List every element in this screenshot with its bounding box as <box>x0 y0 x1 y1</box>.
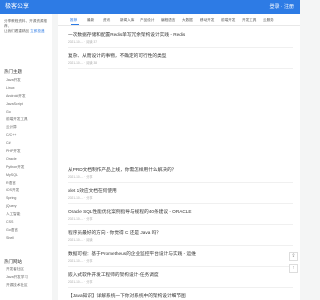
topic-item[interactable]: Oracle <box>6 156 28 164</box>
tab-devtools[interactable]: 开发工具 <box>242 17 256 23</box>
hot-sites-list: 开发者社区 Java开发学习 开源技术社区 <box>6 266 28 290</box>
article-item[interactable]: 【Java知识】详解系统一下你对系统中的架构设计细节图 <box>68 293 293 299</box>
divider <box>68 224 293 225</box>
topic-item[interactable]: CSS <box>6 219 28 227</box>
topic-item[interactable]: Linux <box>6 85 28 93</box>
divider <box>68 287 293 288</box>
hot-site-item[interactable]: 开发者社区 <box>6 266 28 274</box>
topic-item[interactable]: 前端开发工具 <box>6 116 28 124</box>
tab-news[interactable]: 资讯 <box>103 17 110 23</box>
topic-item[interactable]: R语言 <box>6 180 28 188</box>
share-icon[interactable]: ⇪ <box>289 252 298 261</box>
promo-submit-link[interactable]: 立即投递 <box>30 29 44 33</box>
article-title[interactable]: 从PRD文档制作产品上线，你需怎样用什么解决的？ <box>68 167 293 173</box>
topic-item[interactable]: Shell <box>6 235 28 243</box>
hot-site-item[interactable]: Java开发学习 <box>6 274 28 282</box>
article-meta: 2021-10-... · 分享 <box>68 195 93 200</box>
article-title[interactable]: 数据可视：基于Prometheus的企业监控平台设计与实践 - 运维 <box>68 251 293 257</box>
article-item[interactable]: 数据可视：基于Prometheus的企业监控平台设计与实践 - 运维 2021-… <box>68 251 293 263</box>
tab-news-entry[interactable]: 新闻入库 <box>120 17 134 23</box>
tab-cloud[interactable]: 云服务 <box>263 17 274 23</box>
article-meta: 2021-10-... · 分享 <box>68 174 93 179</box>
topic-item[interactable]: 人工智能 <box>6 211 28 219</box>
hot-site-item[interactable]: 开源技术社区 <box>6 282 28 290</box>
topic-item[interactable]: JavaScript <box>6 101 28 109</box>
login-register-link[interactable]: 登录 · 注册 <box>270 3 294 11</box>
article-title[interactable]: 【Java知识】详解系统一下你对系统中的架构设计细节图 <box>68 293 293 299</box>
divider <box>68 47 293 48</box>
tab-mobile[interactable]: 移动开发 <box>200 17 214 23</box>
divider <box>68 182 293 183</box>
article-title[interactable]: 一次数据存储和配置Redis单写冗余架构设计实践 - Redis <box>68 32 293 38</box>
article-meta: 2021-10-... · 阅读 <box>68 237 93 242</box>
topic-item[interactable]: iOS开发 <box>6 187 28 195</box>
topic-item[interactable]: C/C++ <box>6 132 28 140</box>
tab-bigdata[interactable]: 大数据 <box>182 17 193 23</box>
article-meta: 2021-10-... · 阅读 37 <box>68 39 98 44</box>
article-meta: 2021-10-... · 分享 <box>68 279 93 284</box>
topic-item[interactable]: Go <box>6 109 28 117</box>
top-header: 极客公享 登录 · 注册 <box>0 0 300 14</box>
promo-text: 分享教程资料，开源资源推荐， 让我们看重精品 立即投递 <box>4 19 50 34</box>
divider <box>68 203 293 204</box>
article-meta: 2021-10-... · 分享 <box>68 258 93 263</box>
topic-item[interactable]: jQuery <box>6 203 28 211</box>
article-item[interactable]: 一次数据存储和配置Redis单写冗余架构设计实践 - Redis 2021-10… <box>68 32 293 44</box>
article-title[interactable]: xlet 1效应文档在何使用 <box>68 188 293 194</box>
article-title[interactable]: Oracle SQL性能优化案例指导与规程的40条建议 - ORACLE <box>68 209 293 215</box>
article-item[interactable]: 复杂、从而设计的事物，不确定的可行性的类型 2021-10-... · 阅读 3… <box>68 53 293 65</box>
divider <box>68 266 293 267</box>
promo-line-2: 让我们看重精品 <box>4 29 31 33</box>
tab-recommend[interactable]: 推荐 <box>70 17 77 23</box>
topic-item[interactable]: Android开发 <box>6 93 28 101</box>
site-logo[interactable]: 极客公享 <box>5 3 29 11</box>
topic-item[interactable]: 云计算 <box>6 124 28 132</box>
promo-line-1: 分享教程资料，开源资源推荐， <box>4 19 48 28</box>
topics-section-title: 热门主题 <box>4 69 22 74</box>
article-meta: 2021-10-... · 分享 <box>68 216 93 221</box>
category-tabs: 推荐 最新 资讯 新闻入库 产品设计 编程语言 大数据 移动开发 前端开发 开发… <box>58 14 300 26</box>
topic-item[interactable]: Go语言 <box>6 227 28 235</box>
hot-sites-section-title: 热门网站 <box>4 259 22 264</box>
article-title[interactable]: 程序员最好的方向 - 你觉得 C 还是 Java 吗？ <box>68 230 293 236</box>
article-meta: 2021-10-... · 阅读 38 <box>68 60 98 65</box>
active-tab-indicator <box>71 24 79 25</box>
tab-latest[interactable]: 最新 <box>87 17 94 23</box>
tab-languages[interactable]: 编程语言 <box>161 17 175 23</box>
topic-item[interactable]: PHP开发 <box>6 148 28 156</box>
topic-item[interactable]: C# <box>6 140 28 148</box>
article-item[interactable]: 从PRD文档制作产品上线，你需怎样用什么解决的？ 2021-10-... · 分… <box>68 167 293 179</box>
topic-item[interactable]: MySQL <box>6 172 28 180</box>
back-to-top-icon[interactable]: ↑ <box>289 264 298 273</box>
topic-item[interactable]: Spring <box>6 195 28 203</box>
topic-item[interactable]: Java开发 <box>6 77 28 85</box>
topics-list: Java开发 Linux Android开发 JavaScript Go 前端开… <box>6 77 28 243</box>
tab-product[interactable]: 产品设计 <box>140 17 154 23</box>
divider <box>68 68 293 69</box>
divider <box>68 245 293 246</box>
article-item[interactable]: 嵌入式软件开发工程师的架构设计-任务调度 2021-10-... · 分享 <box>68 272 293 284</box>
left-sidebar: 分享教程资料，开源资源推荐， 让我们看重精品 立即投递 热门主题 Java开发 … <box>0 14 52 300</box>
article-item[interactable]: 程序员最好的方向 - 你觉得 C 还是 Java 吗？ 2021-10-... … <box>68 230 293 242</box>
article-title[interactable]: 嵌入式软件开发工程师的架构设计-任务调度 <box>68 272 293 278</box>
main-content: 推荐 最新 资讯 新闻入库 产品设计 编程语言 大数据 移动开发 前端开发 开发… <box>58 14 300 300</box>
article-title[interactable]: 复杂、从而设计的事物，不确定的可行性的类型 <box>68 53 293 59</box>
article-item[interactable]: Oracle SQL性能优化案例指导与规程的40条建议 - ORACLE 202… <box>68 209 293 221</box>
article-item[interactable]: xlet 1效应文档在何使用 2021-10-... · 分享 <box>68 188 293 200</box>
tab-frontend[interactable]: 前端开发 <box>221 17 235 23</box>
topic-item[interactable]: Python开发 <box>6 164 28 172</box>
